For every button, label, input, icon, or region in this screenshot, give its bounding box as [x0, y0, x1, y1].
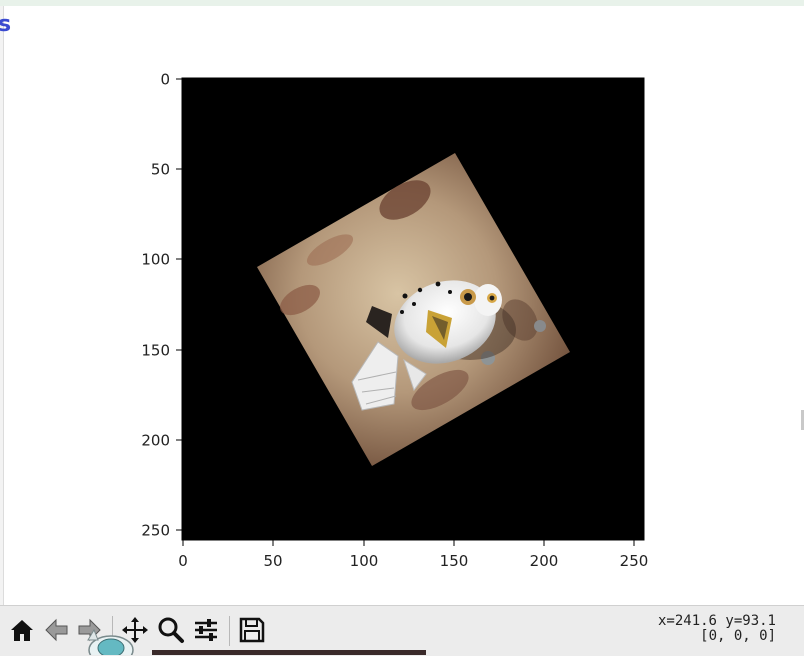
y-tick-label: 150 [141, 342, 170, 360]
home-icon [11, 620, 33, 641]
window-edge-glyph: s [0, 12, 12, 37]
background-window-strip [152, 650, 426, 655]
x-axis: 0 50 100 150 200 250 [178, 540, 648, 570]
home-button[interactable] [6, 614, 38, 646]
overlay-mascot-icon [87, 628, 134, 655]
x-tick-label: 50 [263, 552, 282, 570]
configure-icon [195, 619, 217, 641]
toolbar-separator [229, 616, 230, 646]
x-tick-label: 100 [350, 552, 379, 570]
pixel-value: [0, 0, 0] [700, 628, 776, 644]
zoom-icon [158, 617, 184, 643]
y-tick-label: 100 [141, 251, 170, 269]
x-tick-label: 250 [620, 552, 649, 570]
matplotlib-figure: 0 50 100 150 200 250 0 50 100 150 200 25… [141, 71, 648, 571]
y-tick-label: 50 [151, 161, 170, 179]
y-axis: 0 50 100 150 200 250 [141, 71, 182, 540]
save-icon [239, 617, 265, 643]
configure-subplots-button[interactable] [190, 614, 222, 646]
y-tick-label: 0 [160, 71, 170, 89]
y-tick-label: 250 [141, 522, 170, 540]
cursor-readout: x=241.6 y=93.1 [0, 0, 0] [658, 614, 776, 644]
y-tick-label: 200 [141, 432, 170, 450]
back-icon [45, 618, 68, 642]
x-tick-label: 200 [530, 552, 559, 570]
cursor-xy: x=241.6 y=93.1 [657, 613, 776, 629]
back-button[interactable] [40, 614, 72, 646]
save-button[interactable] [236, 614, 268, 646]
x-tick-label: 0 [178, 552, 188, 570]
zoom-button[interactable] [155, 614, 187, 646]
x-tick-label: 150 [440, 552, 469, 570]
